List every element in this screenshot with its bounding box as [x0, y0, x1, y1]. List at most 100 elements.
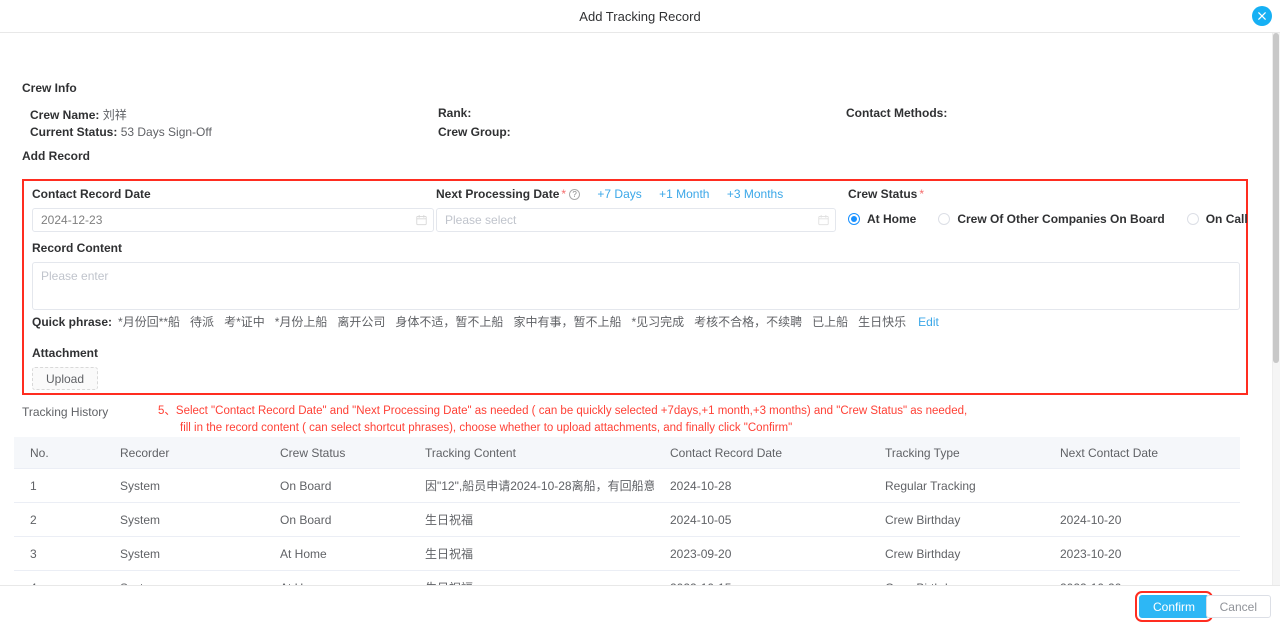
required-marker: * — [919, 187, 925, 201]
shortcut-plus-7-days[interactable]: +7 Days — [597, 187, 641, 201]
contact-record-date-value: 2024-12-23 — [41, 213, 103, 227]
table-row[interactable]: 3 System At Home 生日祝福 2023-09-20 Crew Bi… — [14, 537, 1240, 571]
quick-phrase-item[interactable]: *月份上船 — [275, 315, 328, 329]
quick-phrase-item[interactable]: 已上船 — [812, 315, 848, 329]
add-record-highlight-box: Contact Record Date 2024-12-23 Next Proc… — [22, 179, 1248, 395]
column-header-next-contact-date: Next Contact Date — [1060, 445, 1159, 460]
crew-status-field: Crew Status * At Home Crew Of Other Compa… — [848, 187, 1248, 226]
quick-phrase-item[interactable]: *见习完成 — [631, 315, 684, 329]
radio-circle-icon — [938, 213, 951, 225]
next-processing-date-input[interactable]: Please select — [436, 208, 836, 232]
scrollbar-thumb[interactable] — [1273, 33, 1279, 363]
radio-at-home[interactable]: At Home — [848, 212, 916, 226]
record-content-label: Record Content — [32, 241, 122, 255]
question-mark-icon[interactable]: ? — [569, 189, 581, 200]
crew-info-row: Crew Name: 刘祥 Rank: Contact Methods: — [30, 106, 1230, 125]
current-status-field: Current Status: 53 Days Sign-Off — [30, 125, 212, 139]
crew-group-field: Crew Group: — [438, 125, 511, 139]
radio-on-call[interactable]: On Call — [1186, 212, 1248, 226]
attachment-label: Attachment — [32, 346, 99, 360]
add-record-section-title: Add Record — [22, 149, 91, 163]
cell-tracking-content: 生日祝福 — [425, 547, 474, 561]
tracking-history-section-title: Tracking History — [22, 405, 109, 419]
quick-phrase-item[interactable]: 离开公司 — [337, 315, 385, 329]
radio-label: At Home — [867, 212, 917, 226]
quick-phrase-row: Quick phrase: *月份回**船 待派 考*证中 *月份上船 离开公司 身体不适，… — [32, 313, 939, 330]
required-marker: * — [561, 187, 567, 201]
contact-record-date-input[interactable]: 2024-12-23 — [32, 208, 434, 232]
crew-info-grid: Crew Name: 刘祥 Rank: Contact Methods: Cur… — [30, 106, 1230, 144]
quick-phrase-item[interactable]: 家中有事，暂不上船 — [513, 315, 621, 329]
rank-field: Rank: — [438, 106, 471, 120]
contact-record-date-label: Contact Record Date — [32, 187, 151, 201]
next-processing-date-placeholder: Please select — [445, 213, 517, 227]
current-status-value: 53 Days Sign-Off — [120, 125, 212, 139]
dialog-header: Add Tracking Record — [0, 0, 1280, 33]
cell-next-contact-date: 2023-10-20 — [1060, 546, 1122, 561]
column-header-tracking-content: Tracking Content — [425, 445, 516, 460]
annotation-note: 5、Select "Contact Record Date" and "Next… — [158, 403, 1188, 437]
next-processing-date-field: Next Processing Date *? +7 Days +1 Month … — [436, 187, 836, 232]
cell-no: 1 — [30, 478, 37, 493]
cell-tracking-content: 因"12",船员申请2024-10-28离船，有回船意向 — [425, 479, 654, 493]
add-tracking-record-dialog: Add Tracking Record Crew Info Crew Name:… — [0, 0, 1280, 625]
calendar-icon — [818, 214, 829, 226]
radio-label: On Call — [1205, 212, 1248, 226]
table-header-row: No. Recorder Crew Status Tracking Conten… — [14, 437, 1240, 469]
annotation-line-1: 5、Select "Contact Record Date" and "Next… — [158, 405, 968, 417]
upload-button[interactable]: Upload — [32, 367, 99, 390]
vertical-scrollbar[interactable] — [1272, 33, 1280, 585]
contact-methods-label: Contact Methods: — [846, 106, 948, 120]
current-status-label: Current Status: — [30, 125, 118, 139]
close-glyph — [1258, 12, 1266, 20]
crew-info-section-title: Crew Info — [22, 81, 77, 95]
radio-circle-icon — [848, 213, 860, 225]
next-processing-date-label: Next Processing Date — [436, 187, 560, 201]
column-header-crew-status: Crew Status — [280, 445, 346, 460]
column-header-tracking-type: Tracking Type — [885, 445, 960, 460]
contact-methods-field: Contact Methods: — [846, 106, 947, 120]
dialog-footer: Confirm Cancel — [0, 585, 1280, 625]
quick-phrase-item[interactable]: 待派 — [190, 315, 214, 329]
crew-name-value: 刘祥 — [102, 108, 127, 122]
table-row[interactable]: 4 System At Home 生日祝福 2022-10-15 Crew Bi… — [14, 571, 1240, 586]
cell-no: 3 — [30, 546, 37, 561]
table-row[interactable]: 1 System On Board 因"12",船员申请2024-10-28离船… — [14, 469, 1240, 503]
cell-crew-status: On Board — [280, 478, 332, 493]
attachment-field: Attachment Upload — [32, 346, 99, 390]
crew-status-label-row: Crew Status * — [848, 187, 1244, 201]
radio-crew-of-other-companies-on-board[interactable]: Crew Of Other Companies On Board — [938, 212, 1165, 226]
table-row[interactable]: 2 System On Board 生日祝福 2024-10-05 Crew B… — [14, 503, 1240, 537]
cell-no: 2 — [30, 512, 37, 527]
record-content-textarea[interactable]: Please enter — [32, 262, 1240, 310]
quick-phrase-item[interactable]: 身体不适，暂不上船 — [395, 315, 503, 329]
confirm-button[interactable]: Confirm — [1134, 591, 1214, 622]
quick-phrase-item[interactable]: *月份回**船 — [118, 315, 180, 329]
cell-next-contact-date: 2024-10-20 — [1060, 512, 1122, 527]
column-header-no: No. — [30, 445, 49, 460]
calendar-icon — [416, 214, 427, 226]
cell-crew-status: At Home — [280, 546, 327, 561]
quick-phrase-item[interactable]: 生日快乐 — [858, 315, 906, 329]
cell-recorder: System — [120, 478, 161, 493]
cell-recorder: System — [120, 546, 161, 561]
cell-tracking-type: Regular Tracking — [885, 478, 976, 493]
quick-phrase-item[interactable]: 考*证中 — [224, 315, 265, 329]
radio-circle-icon — [1186, 213, 1199, 225]
record-content-placeholder: Please enter — [41, 269, 109, 283]
quick-phrase-label: Quick phrase: — [32, 315, 113, 329]
cancel-button[interactable]: Cancel — [1205, 595, 1271, 618]
cell-recorder: System — [120, 512, 161, 527]
cell-contact-record-date: 2024-10-28 — [670, 478, 732, 493]
quick-phrase-item[interactable]: 考核不合格，不续聘 — [694, 315, 802, 329]
cell-tracking-type: Crew Birthday — [885, 512, 961, 527]
quick-phrase-edit-link[interactable]: Edit — [918, 315, 939, 329]
cell-tracking-content: 生日祝福 — [425, 513, 474, 527]
shortcut-plus-1-month[interactable]: +1 Month — [659, 187, 709, 201]
contact-record-date-field: Contact Record Date 2024-12-23 — [32, 187, 434, 232]
cell-tracking-type: Crew Birthday — [885, 546, 961, 561]
rank-label: Rank: — [438, 106, 472, 120]
record-content-field: Record Content Please enter — [32, 241, 1240, 310]
close-icon[interactable] — [1252, 6, 1272, 26]
shortcut-plus-3-months[interactable]: +3 Months — [727, 187, 783, 201]
